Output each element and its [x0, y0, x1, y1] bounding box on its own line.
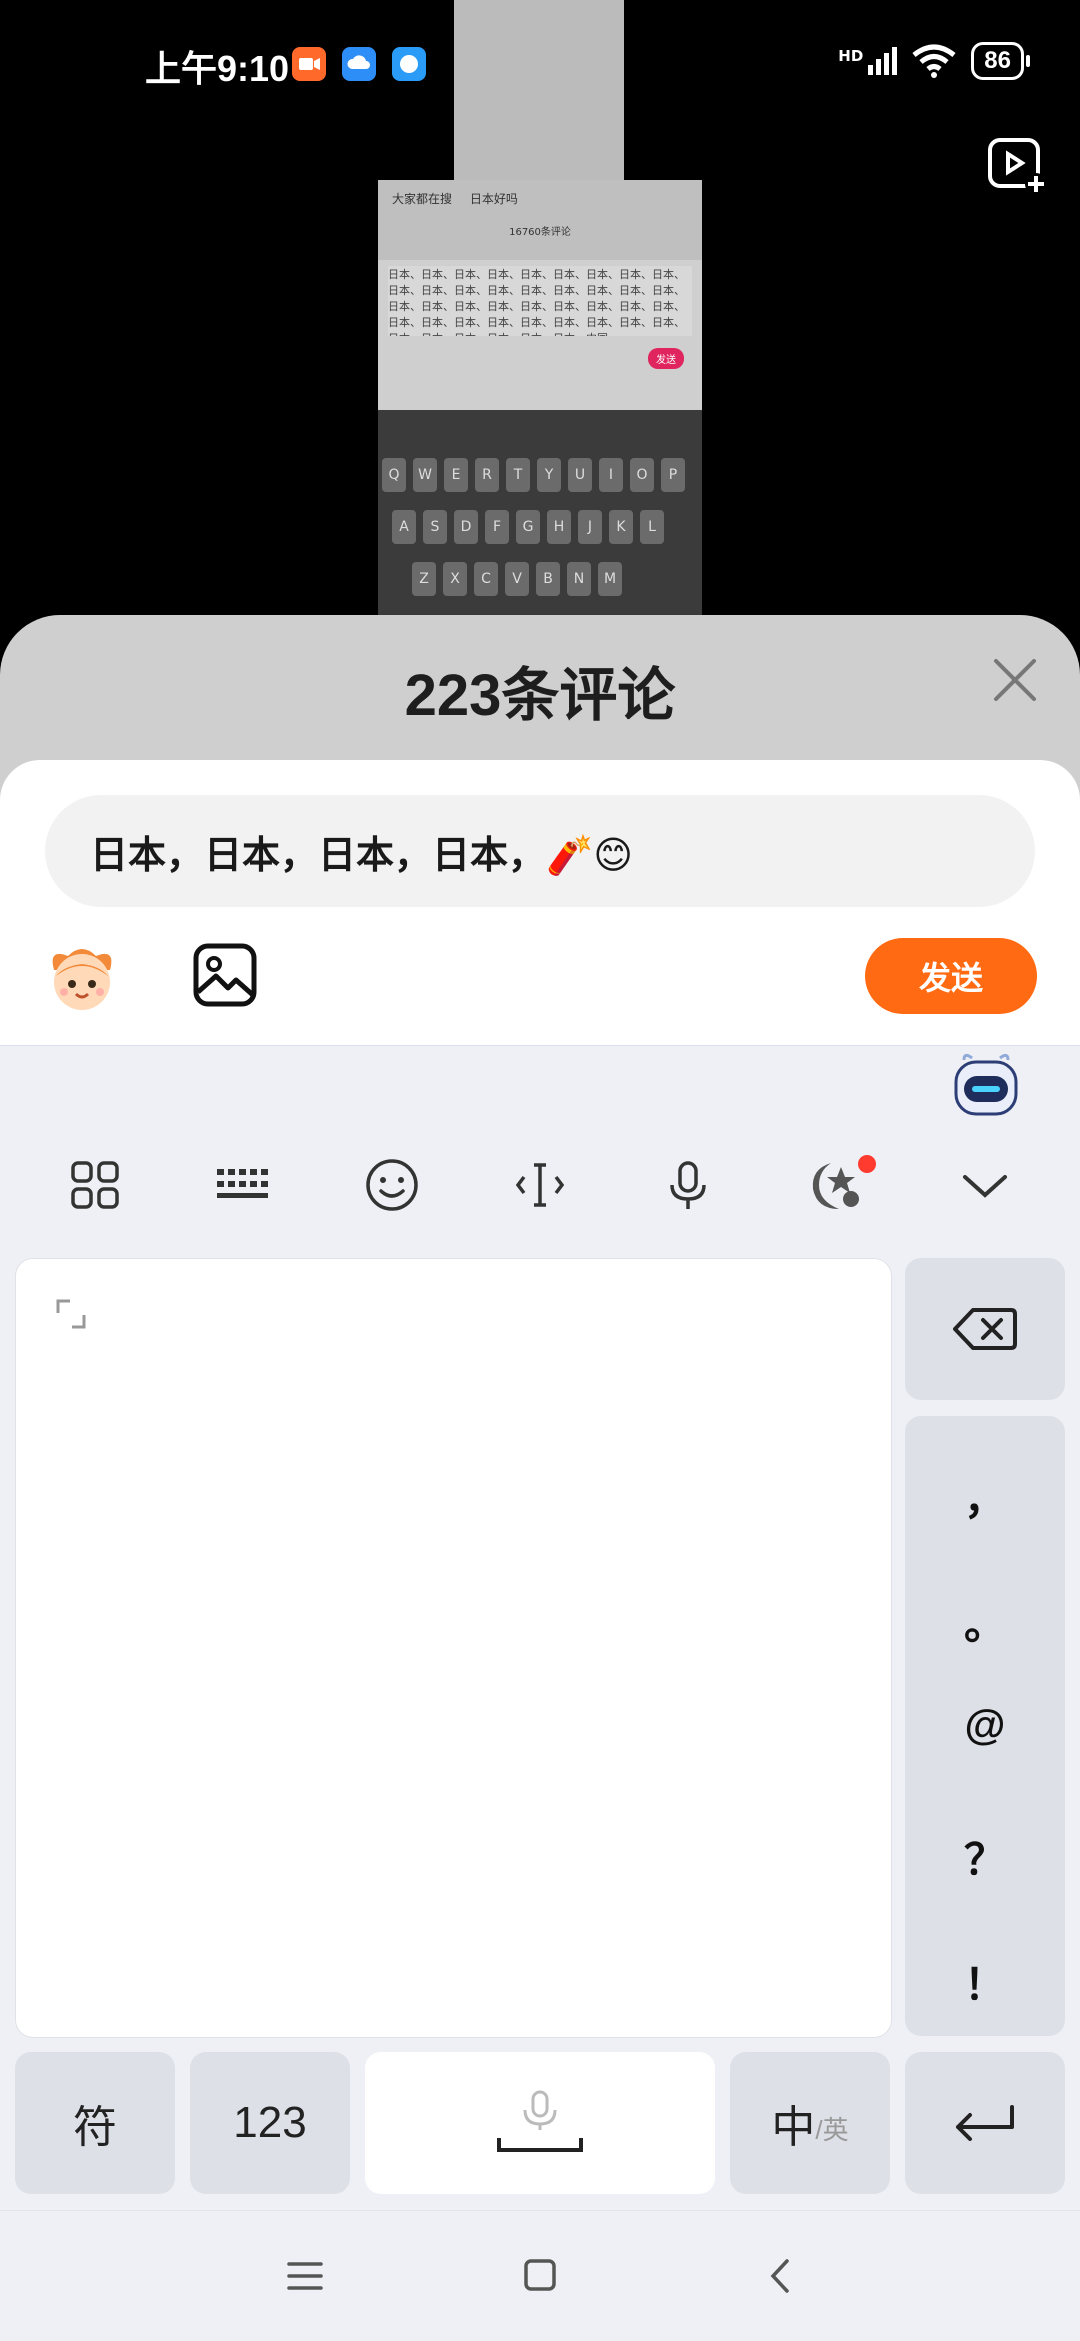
notification-badge [858, 1155, 876, 1173]
background-window: 大家都在搜 日本好吗 16760条评论 日本、日本、日本、日本、日本、日本、日本… [378, 180, 702, 615]
punct-key-question[interactable]: ？ [905, 1826, 1065, 1887]
expand-corner-icon[interactable] [56, 1299, 86, 1329]
bg-key: L [640, 510, 664, 544]
background-window-header: 大家都在搜 日本好吗 16760条评论 [378, 180, 702, 260]
symbol-key[interactable]: 符 [15, 2052, 175, 2194]
bg-key: E [444, 458, 468, 492]
bg-key: X [443, 562, 467, 596]
home-nav-icon[interactable] [522, 2257, 558, 2293]
apps-icon[interactable] [65, 1155, 125, 1215]
punct-key-exclaim[interactable]: ！ [905, 1951, 1065, 2012]
bg-key: J [578, 510, 602, 544]
magic-star-icon[interactable] [805, 1155, 865, 1215]
bg-key: D [454, 510, 478, 544]
bg-key: B [536, 562, 560, 596]
bg-key: V [505, 562, 529, 596]
menu-nav-icon[interactable] [285, 2259, 325, 2293]
voice-space-icon [497, 2090, 583, 2152]
back-nav-icon[interactable] [765, 2257, 795, 2295]
space-key[interactable] [365, 2052, 715, 2194]
enter-key[interactable] [905, 2052, 1065, 2194]
bg-key: T [506, 458, 530, 492]
punct-key-comma[interactable]: ， [905, 1466, 1065, 1527]
send-button[interactable]: 发送 [865, 938, 1037, 1014]
navigation-bar [0, 2210, 1080, 2341]
hd-signal-icon: HD [838, 47, 898, 75]
background-window-keyboard: QWERTYUIOP ASDFGHJKL ZXCVBNM [378, 410, 702, 615]
ai-assistant-icon[interactable] [950, 1050, 1022, 1122]
keyboard-layout-icon[interactable] [213, 1155, 273, 1215]
bg-key: Q [382, 458, 406, 492]
bg-key: I [599, 458, 623, 492]
bg-key: M [598, 562, 622, 596]
bg-text-preview: 日本、日本、日本、日本、日本、日本、日本、日本、日本、日本、日本、日本、日本、日… [388, 266, 692, 336]
cursor-icon[interactable] [510, 1155, 570, 1215]
close-icon[interactable] [990, 655, 1040, 705]
backspace-icon [953, 1308, 1017, 1350]
bg-key: Y [537, 458, 561, 492]
emoji-icon[interactable] [362, 1155, 422, 1215]
bg-key: K [609, 510, 633, 544]
camera-app-icon [292, 47, 326, 81]
bg-header-right: 日本好吗 [469, 192, 518, 206]
number-key[interactable]: 123 [190, 2052, 350, 2194]
lang-sub-label: /英 [815, 2114, 849, 2145]
bg-send-button: 发送 [648, 348, 684, 369]
battery-level: 86 [971, 42, 1024, 80]
lang-main-label: 中 [771, 2103, 816, 2152]
handwriting-area[interactable] [15, 1258, 892, 2038]
bg-comment-count: 16760条评论 [509, 227, 571, 238]
bg-key: U [568, 458, 592, 492]
bg-key: F [485, 510, 509, 544]
bg-key: H [547, 510, 571, 544]
language-switch-key[interactable]: 中 /英 [730, 2052, 890, 2194]
wifi-icon [912, 44, 956, 78]
keyboard-toolbar [0, 1155, 1080, 1235]
comment-input[interactable]: 日本，日本，日本，日本，🧨😊 [45, 795, 1035, 907]
bg-key: C [474, 562, 498, 596]
bg-key: S [423, 510, 447, 544]
microphone-icon[interactable] [658, 1155, 718, 1215]
delete-key[interactable] [905, 1258, 1065, 1400]
bg-key: O [630, 458, 654, 492]
comment-count-title: 223条评论 [404, 663, 676, 728]
bg-key: R [475, 458, 499, 492]
bg-key: N [567, 562, 591, 596]
bg-key: W [413, 458, 437, 492]
bg-key: G [516, 510, 540, 544]
bg-header-left: 大家都在搜 [392, 192, 453, 206]
screen-record-icon[interactable] [984, 132, 1050, 198]
mascot-sticker-icon[interactable] [44, 940, 120, 1016]
comment-input-value: 日本，日本，日本，日本，🧨😊 [90, 832, 633, 877]
punctuation-column: ， 。 @ ？ ！ [905, 1416, 1065, 2036]
cloud-app-icon [342, 47, 376, 81]
bg-key: P [661, 458, 685, 492]
image-picker-icon[interactable] [192, 942, 258, 1008]
punct-key-at[interactable]: @ [905, 1701, 1065, 1749]
background-window-thumbnail [454, 0, 624, 180]
bg-key: A [392, 510, 416, 544]
battery-icon: 86 [971, 42, 1030, 80]
collapse-chevron-icon[interactable] [955, 1155, 1015, 1215]
signal-label: HD [838, 47, 864, 65]
punct-key-period[interactable]: 。 [905, 1591, 1065, 1652]
status-time: 上午9:10 [145, 48, 290, 89]
enter-icon [956, 2105, 1014, 2141]
bg-key: Z [412, 562, 436, 596]
message-app-icon [392, 47, 426, 81]
